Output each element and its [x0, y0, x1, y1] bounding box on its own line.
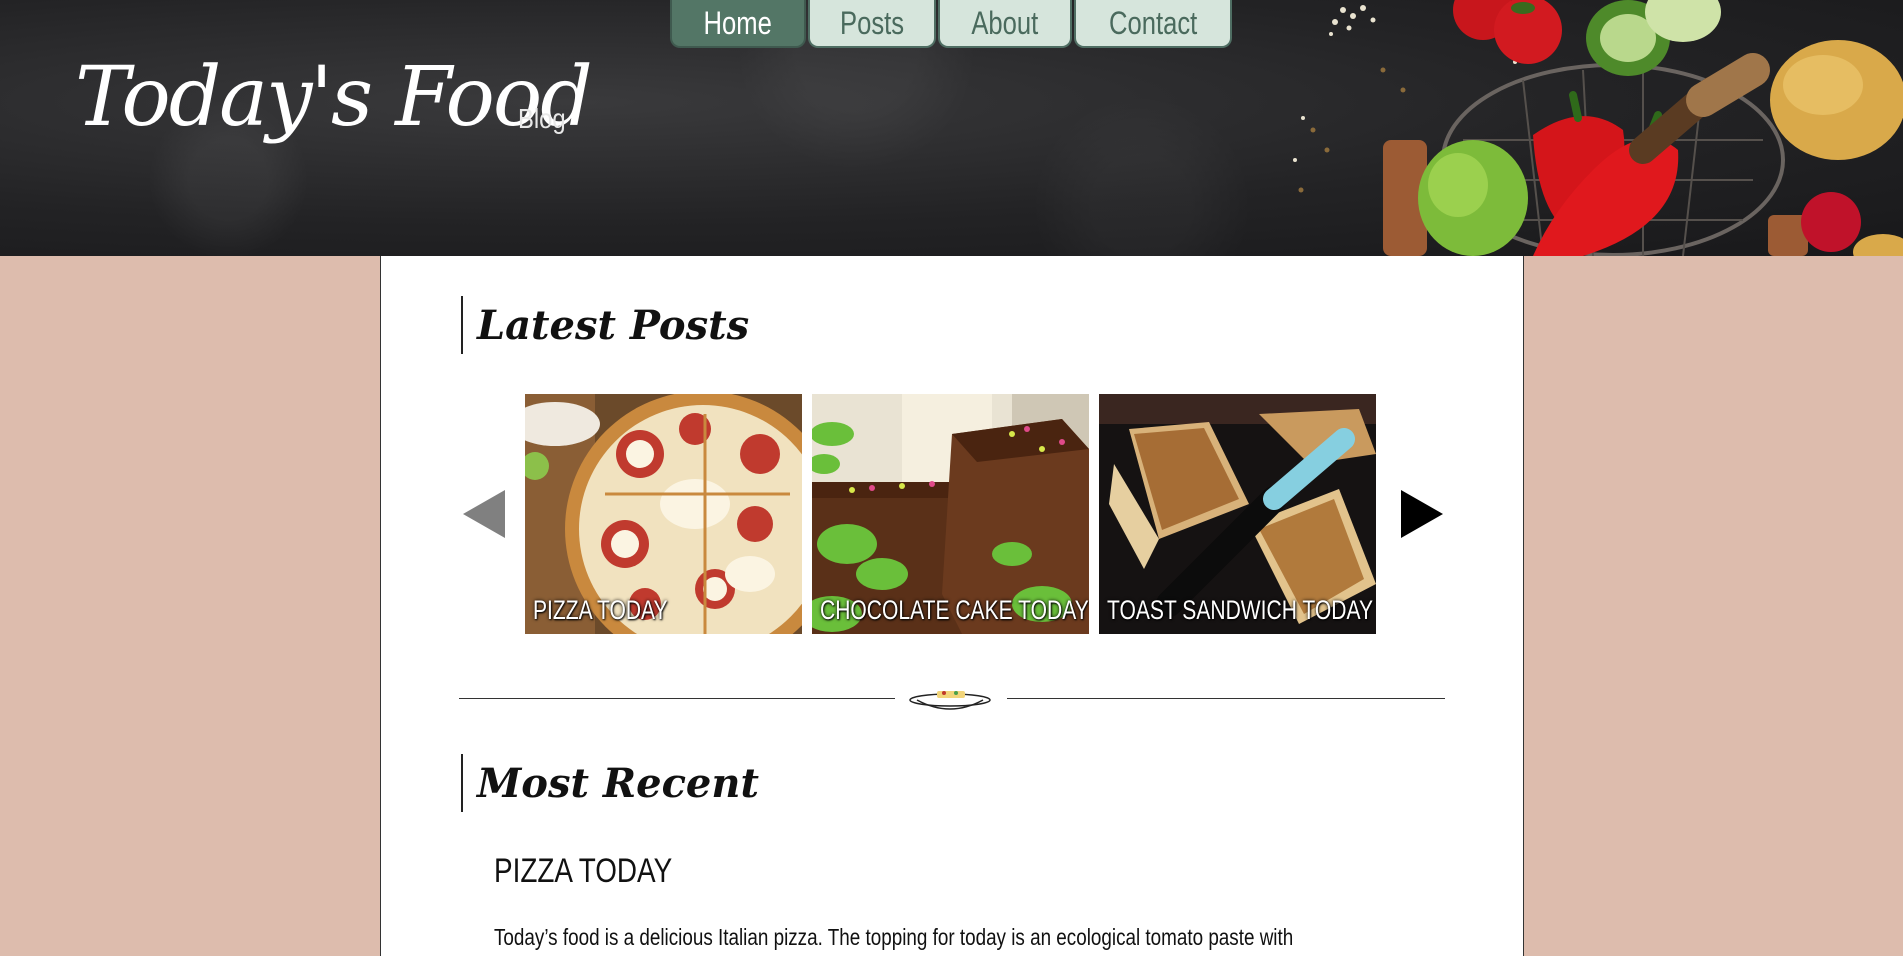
post-caption: PIZZA TODAY	[533, 595, 668, 625]
post-card-toast-sandwich[interactable]: TOAST SANDWICH TODAY	[1099, 394, 1376, 634]
post-caption: CHOCOLATE CAKE TODAY	[820, 595, 1089, 625]
carousel-next-arrow-icon[interactable]	[1399, 490, 1443, 538]
recent-post-title[interactable]: PIZZA TODAY	[494, 852, 672, 891]
nav-tab-home[interactable]: Home	[670, 0, 806, 48]
most-recent-heading: Most Recent	[461, 754, 759, 812]
site-header: Today's Food Blog Home Posts About Conta…	[0, 0, 1903, 256]
post-card-chocolate-cake[interactable]: CHOCOLATE CAKE TODAY	[812, 394, 1089, 634]
section-divider	[459, 684, 1445, 714]
recent-post-excerpt: Today’s food is a delicious Italian pizz…	[494, 924, 1294, 950]
nav-tab-about[interactable]: About	[938, 0, 1072, 48]
carousel-prev-arrow-icon[interactable]	[463, 490, 507, 538]
plate-icon	[909, 691, 991, 710]
latest-posts-carousel: PIZZA TODAY CHOCOLATE CAKE TODAY TOAST S…	[461, 394, 1445, 634]
vegetables-illustration	[1293, 0, 1903, 256]
nav-tab-posts[interactable]: Posts	[808, 0, 936, 48]
site-title[interactable]: Today's Food	[75, 50, 593, 145]
main-nav: Home Posts About Contact	[670, 0, 1232, 48]
content-card: Latest Posts PIZZA TODAY CHOCOLATE CAKE …	[380, 256, 1524, 956]
site-subtitle: Blog	[518, 103, 566, 134]
post-card-pizza[interactable]: PIZZA TODAY	[525, 394, 802, 634]
latest-posts-heading: Latest Posts	[461, 296, 749, 354]
nav-tab-contact[interactable]: Contact	[1074, 0, 1232, 48]
post-caption: TOAST SANDWICH TODAY	[1107, 595, 1374, 625]
